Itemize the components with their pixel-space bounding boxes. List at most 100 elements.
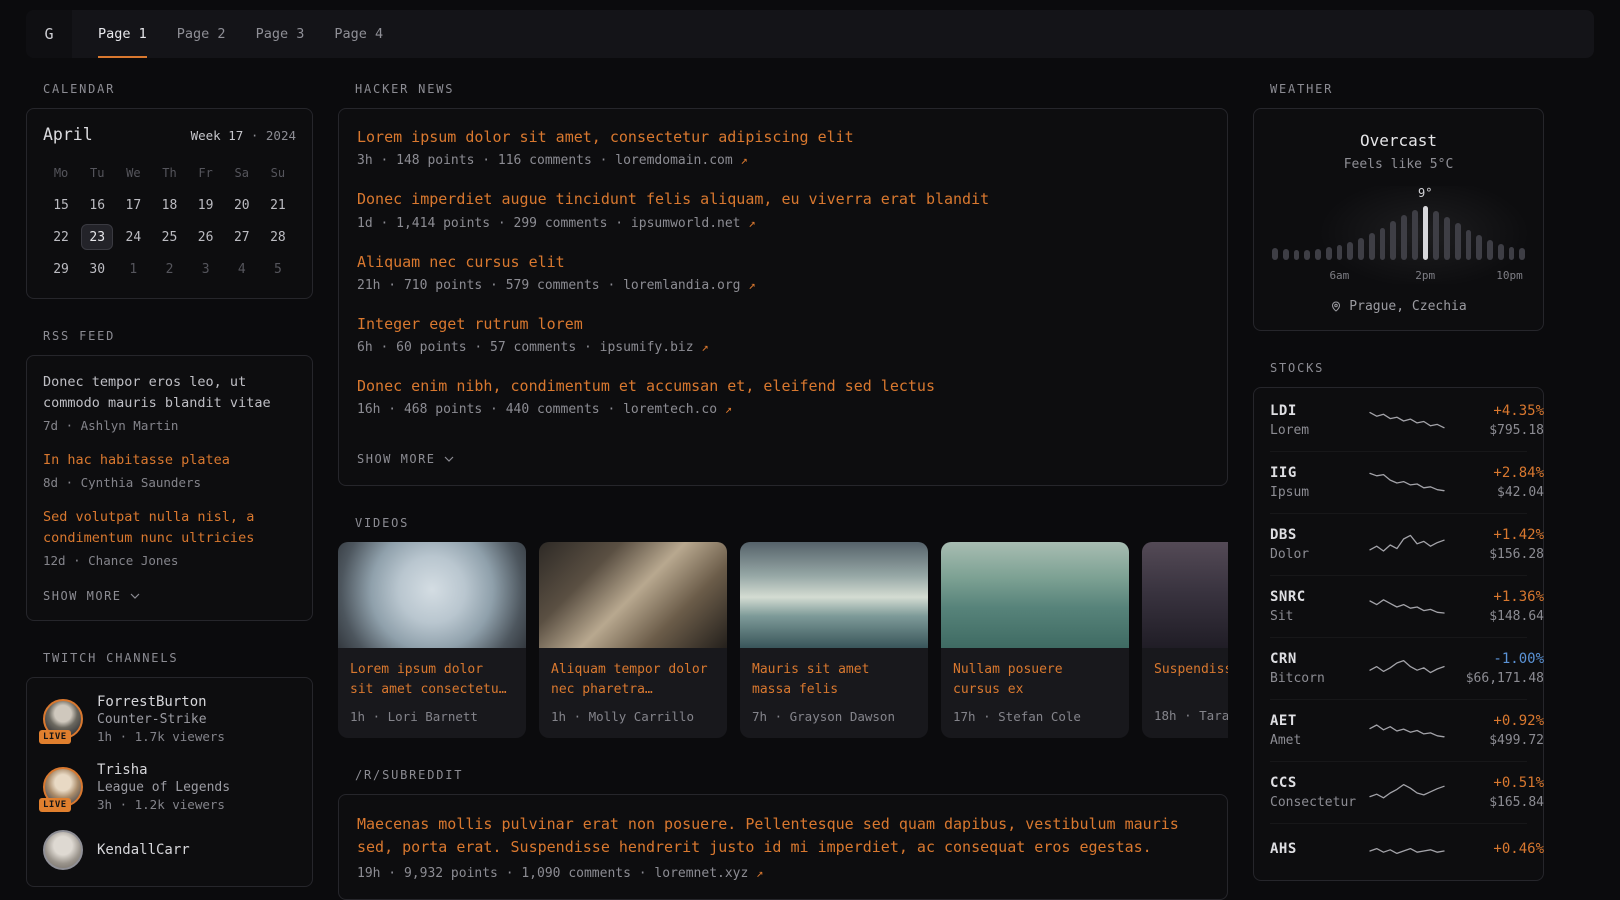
rss-item-meta: 12d · Chance Jones [43, 553, 296, 568]
hackernews-meta-text: 1d · 1,414 points · 299 comments · ipsum… [357, 216, 741, 231]
app-logo[interactable]: G [26, 10, 72, 58]
twitch-channel-row[interactable]: KendallCarr [43, 830, 296, 870]
stock-change: +4.35% [1446, 403, 1544, 419]
video-card[interactable]: Nullam posuere cursus ex 17h · Stefan Co… [941, 542, 1129, 737]
video-card[interactable]: Mauris sit amet massa felis 7h · Grayson… [740, 542, 928, 737]
tab-page-3[interactable]: Page 3 [256, 10, 305, 58]
hackernews-item: Aliquam nec cursus elit 21h · 710 points… [357, 252, 1209, 293]
hackernews-item-title[interactable]: Lorem ipsum dolor sit amet, consectetur … [357, 127, 1209, 147]
calendar-widget-title: CALENDAR [43, 82, 313, 96]
stock-change: +0.92% [1446, 713, 1544, 729]
hackernews-item: Integer eget rutrum lorem 6h · 60 points… [357, 314, 1209, 355]
hackernews-item-meta: 1d · 1,414 points · 299 comments · ipsum… [357, 216, 1209, 231]
rss-item-title[interactable]: Donec tempor eros leo, ut commodo mauris… [43, 372, 296, 414]
external-link-icon: ↗ [741, 153, 748, 167]
stock-price: $795.18 [1446, 423, 1544, 438]
calendar-day-header: Fr [190, 160, 222, 186]
stock-price: $165.84 [1446, 795, 1544, 810]
rss-item-meta: 8d · Cynthia Saunders [43, 475, 296, 490]
hackernews-widget: HACKER NEWS Lorem ipsum dolor sit amet, … [338, 82, 1228, 486]
stock-row[interactable]: LDI Lorem +4.35% $795.18 [1270, 390, 1527, 451]
page-tabs: Page 1 Page 2 Page 3 Page 4 [98, 10, 383, 58]
tab-page-1[interactable]: Page 1 [98, 10, 147, 58]
hackernews-item-title[interactable]: Donec enim nibh, condimentum et accumsan… [357, 376, 1209, 396]
video-title: Nullam posuere cursus ex [953, 660, 1117, 700]
subreddit-post-title[interactable]: Maecenas mollis pulvinar erat non posuer… [357, 813, 1209, 860]
tab-page-4[interactable]: Page 4 [334, 10, 383, 58]
hackernews-meta-text: 16h · 468 points · 440 comments · loremt… [357, 402, 717, 417]
stock-id: LDI Lorem [1270, 403, 1368, 438]
hackernews-item-title[interactable]: Donec imperdiet augue tincidunt felis al… [357, 189, 1209, 209]
calendar-day: 21 [262, 192, 294, 218]
subreddit-card: Maecenas mollis pulvinar erat non posuer… [338, 794, 1228, 900]
stock-sparkline [1368, 593, 1446, 621]
calendar-day-next-month: 5 [262, 256, 294, 282]
hackernews-card: Lorem ipsum dolor sit amet, consectetur … [338, 108, 1228, 486]
calendar-year: 2024 [266, 128, 296, 143]
channel-name: ForrestBurton [97, 694, 225, 710]
weather-bar [1304, 250, 1310, 260]
weather-bar [1326, 247, 1332, 260]
live-badge: LIVE [39, 730, 71, 744]
video-thumbnail [740, 542, 928, 648]
calendar-day: 22 [45, 224, 77, 250]
external-link-icon: ↗ [748, 278, 755, 292]
video-card[interactable]: Lorem ipsum dolor sit amet consectetu… 1… [338, 542, 526, 737]
stock-row[interactable]: DBS Dolor +1.42% $156.28 [1270, 513, 1527, 575]
calendar-day: 29 [45, 256, 77, 282]
stock-row[interactable]: SNRC Sit +1.36% $148.64 [1270, 575, 1527, 637]
weather-bar [1519, 248, 1525, 260]
tab-page-2[interactable]: Page 2 [177, 10, 226, 58]
stock-id: IIG Ipsum [1270, 465, 1368, 500]
stock-name: Dolor [1270, 547, 1368, 562]
stock-values: +4.35% $795.18 [1446, 403, 1544, 438]
video-meta: 1h · Molly Carrillo [551, 709, 715, 724]
stock-row[interactable]: AET Amet +0.92% $499.72 [1270, 699, 1527, 761]
stock-row[interactable]: AHS +0.46% [1270, 823, 1527, 878]
weather-bar [1272, 248, 1278, 260]
hackernews-item-meta: 3h · 148 points · 116 comments · loremdo… [357, 153, 1209, 168]
stock-name: Lorem [1270, 423, 1368, 438]
stock-row[interactable]: IIG Ipsum +2.84% $42.04 [1270, 451, 1527, 513]
weather-bar [1476, 235, 1482, 260]
twitch-card: LIVE ForrestBurton Counter-Strike 1h · 1… [26, 677, 313, 887]
weather-bar [1466, 230, 1472, 260]
video-card[interactable]: Suspendisse diam 18h · Tara [1142, 542, 1228, 737]
rss-item-title[interactable]: Sed volutpat nulla nisl, a condimentum n… [43, 507, 296, 549]
stock-name: Ipsum [1270, 485, 1368, 500]
stock-row[interactable]: CRN Bitcorn -1.00% $66,171.48 [1270, 637, 1527, 699]
calendar-week: Week 17 [191, 128, 244, 143]
hackernews-show-more-button[interactable]: SHOW MORE [357, 452, 454, 466]
hackernews-item-title[interactable]: Aliquam nec cursus elit [357, 252, 1209, 272]
twitch-channel-row[interactable]: LIVE ForrestBurton Counter-Strike 1h · 1… [43, 694, 296, 744]
stocks-widget-title: STOCKS [1270, 361, 1544, 375]
weather-bar [1455, 223, 1461, 260]
stock-change: +0.46% [1446, 841, 1544, 857]
stock-row[interactable]: CCS Consectetur +0.51% $165.84 [1270, 761, 1527, 823]
hackernews-item-title[interactable]: Integer eget rutrum lorem [357, 314, 1209, 334]
videos-scroll-area[interactable]: Lorem ipsum dolor sit amet consectetu… 1… [338, 542, 1228, 737]
calendar-week-year: Week 17 · 2024 [191, 128, 296, 143]
video-body: Suspendisse diam 18h · Tara [1142, 648, 1228, 737]
hackernews-item: Lorem ipsum dolor sit amet, consectetur … [357, 127, 1209, 168]
twitch-channel-row[interactable]: LIVE Trisha League of Legends 3h · 1.2k … [43, 762, 296, 812]
calendar-day-selected: 23 [81, 224, 113, 250]
weather-feels-like: Feels like 5°C [1270, 157, 1527, 172]
channel-game: League of Legends [97, 780, 230, 795]
weather-location: Prague, Czechia [1270, 299, 1527, 314]
video-card[interactable]: Aliquam tempor dolor nec pharetra… 1h · … [539, 542, 727, 737]
stock-name: Amet [1270, 733, 1368, 748]
calendar-widget: CALENDAR April Week 17 · 2024 Mo Tu We T… [26, 82, 313, 299]
calendar-header: April Week 17 · 2024 [43, 125, 296, 144]
weather-bar [1294, 250, 1300, 260]
calendar-day-next-month: 1 [117, 256, 149, 282]
rss-show-more-button[interactable]: SHOW MORE [43, 589, 140, 603]
rss-item-title[interactable]: In hac habitasse platea [43, 450, 296, 471]
stock-name: Bitcorn [1270, 671, 1368, 686]
calendar-day-header: Sa [226, 160, 258, 186]
stock-symbol: DBS [1270, 527, 1368, 543]
weather-bar [1498, 244, 1504, 260]
stock-price: $148.64 [1446, 609, 1544, 624]
video-meta: 1h · Lori Barnett [350, 709, 514, 724]
avatar: LIVE [43, 767, 83, 807]
